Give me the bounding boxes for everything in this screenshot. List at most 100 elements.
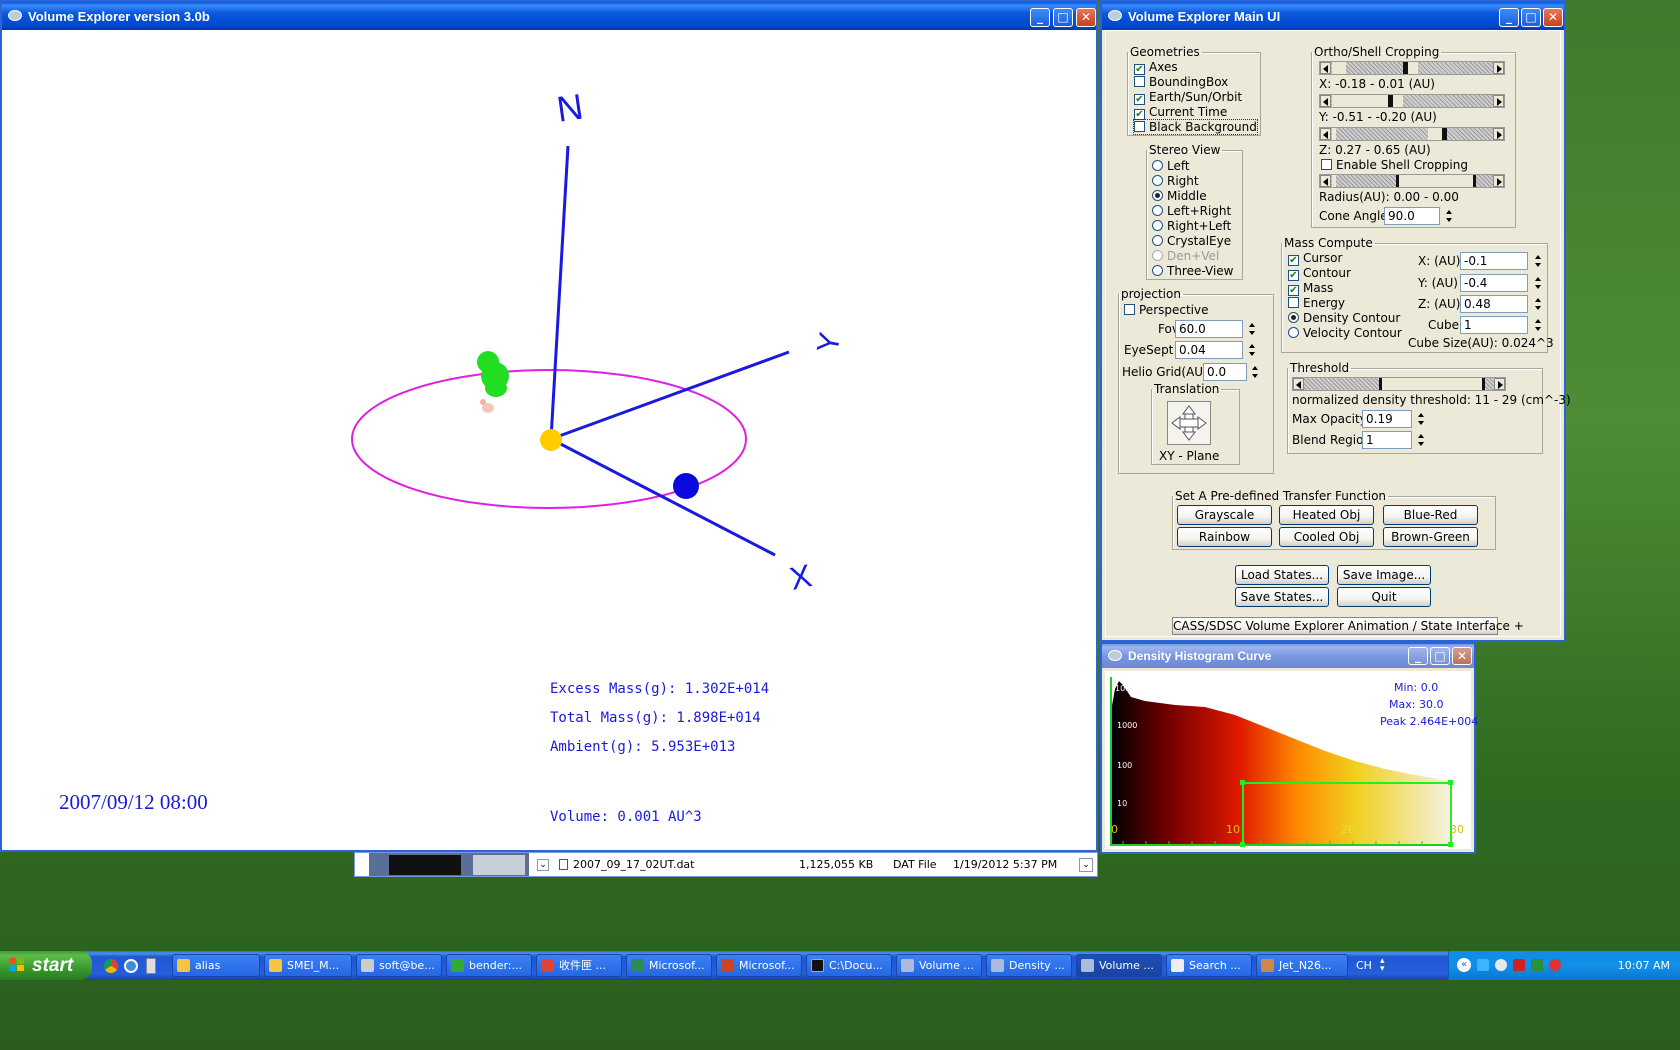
radio-icon[interactable]: [1288, 327, 1299, 338]
cube-spinner[interactable]: [1533, 316, 1544, 334]
radio-middle[interactable]: Middle: [1152, 189, 1207, 203]
slider-left-arrow[interactable]: [1320, 95, 1331, 107]
fov-input[interactable]: 60.0: [1175, 320, 1243, 338]
chevron-down-icon[interactable]: ⌄: [537, 859, 549, 871]
slider-thumb[interactable]: [1442, 128, 1447, 140]
close-button[interactable]: ✕: [1076, 8, 1096, 27]
taskbar-item-powerpoint[interactable]: Microsof...: [716, 954, 802, 977]
scroll-down-icon[interactable]: ⌄: [1079, 858, 1093, 872]
radius-slider[interactable]: [1319, 174, 1505, 188]
taskbar-item-cmd[interactable]: C:\Docu...: [806, 954, 892, 977]
checkbox-earth-sun-orbit[interactable]: ✔ Earth/Sun/Orbit: [1134, 90, 1242, 105]
slider-left-arrow[interactable]: [1320, 62, 1331, 74]
load-states-button[interactable]: Load States...: [1235, 565, 1329, 585]
radio-right[interactable]: Right: [1152, 174, 1199, 188]
checkbox-icon[interactable]: [1134, 121, 1145, 132]
close-button[interactable]: ✕: [1543, 8, 1563, 27]
fov-spinner[interactable]: [1247, 320, 1258, 338]
minimize-button[interactable]: _: [1408, 647, 1428, 665]
cursor-x-spinner[interactable]: [1533, 252, 1544, 270]
checkbox-icon[interactable]: ✔: [1288, 285, 1299, 296]
taskbar-item-alias[interactable]: alias: [172, 954, 260, 977]
maximize-button[interactable]: □: [1521, 8, 1541, 27]
max-opacity-spinner[interactable]: [1416, 410, 1427, 428]
slider-left-arrow[interactable]: [1320, 175, 1331, 187]
update-icon[interactable]: [1531, 959, 1543, 971]
radio-icon[interactable]: [1152, 265, 1163, 276]
eyesept-spinner[interactable]: [1247, 341, 1258, 359]
slider-thumb[interactable]: [1482, 378, 1485, 390]
animation-interface-toggle[interactable]: CASS/SDSC Volume Explorer Animation / St…: [1172, 617, 1524, 635]
radio-right-left[interactable]: Right+Left: [1152, 219, 1231, 233]
helio-grid-input[interactable]: 0.0: [1203, 363, 1247, 381]
heated-obj-button[interactable]: Heated Obj: [1279, 505, 1374, 525]
helio-grid-spinner[interactable]: [1250, 363, 1261, 381]
checkbox-current-time[interactable]: ✔ Current Time: [1134, 105, 1227, 120]
checkbox-icon[interactable]: ✔: [1134, 94, 1145, 105]
checkbox-axes[interactable]: ✔ Axes: [1134, 60, 1178, 75]
quit-button[interactable]: Quit: [1337, 587, 1431, 607]
radio-three-view[interactable]: Three-View: [1152, 264, 1233, 278]
histogram-titlebar[interactable]: Density Histogram Curve _ □ ✕: [1102, 644, 1474, 668]
move-arrows-icon[interactable]: [1168, 402, 1210, 444]
taskbar-item-volume-2[interactable]: Volume ...: [1076, 954, 1162, 977]
taskbar-item-inbox[interactable]: 收件匣 ...: [536, 954, 622, 977]
browser-quicklaunch-icon[interactable]: [124, 959, 138, 973]
chrome-quicklaunch-icon[interactable]: [104, 959, 118, 973]
maximize-button[interactable]: □: [1430, 647, 1450, 665]
blend-region-spinner[interactable]: [1416, 431, 1427, 449]
slider-right-arrow[interactable]: [1493, 95, 1504, 107]
y-crop-slider[interactable]: [1319, 94, 1505, 108]
radio-icon[interactable]: [1152, 160, 1163, 171]
viewer-window[interactable]: Volume Explorer version 3.0b _ □ ✕ N Y X…: [0, 0, 1098, 852]
checkbox-shell-cropping[interactable]: Enable Shell Cropping: [1321, 158, 1468, 172]
checkbox-icon[interactable]: [1134, 76, 1145, 87]
slider-thumb[interactable]: [1473, 175, 1476, 187]
clock[interactable]: 10:07 AM: [1618, 959, 1670, 972]
security-icon[interactable]: [1513, 959, 1525, 971]
viewer-titlebar[interactable]: Volume Explorer version 3.0b _ □ ✕: [2, 2, 1096, 30]
slider-right-arrow[interactable]: [1493, 62, 1504, 74]
radio-icon[interactable]: [1152, 235, 1163, 246]
checkbox-icon[interactable]: [1124, 304, 1135, 315]
radio-icon[interactable]: [1152, 220, 1163, 231]
checkbox-icon[interactable]: ✔: [1288, 255, 1299, 266]
render-canvas[interactable]: N Y X Excess Mass(g): 1.302E+014 Total M…: [5, 30, 1093, 848]
radio-left-right[interactable]: Left+Right: [1152, 204, 1231, 218]
checkbox-energy[interactable]: Energy: [1288, 296, 1345, 310]
file-name[interactable]: 2007_09_17_02UT.dat: [573, 858, 694, 871]
close-button[interactable]: ✕: [1452, 647, 1472, 665]
scene-svg[interactable]: N Y X: [5, 30, 1093, 848]
explorer-window-strip[interactable]: ⌄ 2007_09_17_02UT.dat 1,125,055 KB DAT F…: [354, 852, 1098, 877]
start-button[interactable]: start: [0, 951, 92, 980]
radio-velocity-contour[interactable]: Velocity Contour: [1288, 326, 1402, 340]
histogram-window[interactable]: Density Histogram Curve _ □ ✕ 10000 1000…: [1100, 642, 1478, 854]
language-indicator[interactable]: CH: [1356, 959, 1372, 972]
checkbox-cursor[interactable]: ✔ Cursor: [1288, 251, 1342, 266]
taskbar-item-soft[interactable]: soft@be...: [356, 954, 442, 977]
blue-red-button[interactable]: Blue-Red: [1383, 505, 1478, 525]
slider-left-arrow[interactable]: [1320, 128, 1331, 140]
checkbox-perspective[interactable]: Perspective: [1124, 303, 1209, 317]
taskbar-item-jet[interactable]: Jet_N26...: [1256, 954, 1348, 977]
translation-pad[interactable]: [1167, 401, 1211, 445]
checkbox-icon[interactable]: ✔: [1288, 270, 1299, 281]
checkbox-icon[interactable]: ✔: [1134, 64, 1145, 75]
density-threshold-slider[interactable]: [1292, 377, 1506, 391]
x-crop-slider[interactable]: [1319, 61, 1505, 75]
rainbow-button[interactable]: Rainbow: [1177, 527, 1272, 547]
checkbox-black-background[interactable]: Black Background: [1133, 119, 1258, 135]
checkbox-icon[interactable]: ✔: [1134, 109, 1145, 120]
histogram-plot-area[interactable]: 10000 1000 100 10 0 10 20 30 Min: 0.0 Ma…: [1105, 671, 1478, 849]
checkbox-mass[interactable]: ✔ Mass: [1288, 281, 1333, 296]
radio-left[interactable]: Left: [1152, 159, 1190, 173]
taskbar-item-bender[interactable]: bender:...: [446, 954, 532, 977]
device-quicklaunch-icon[interactable]: [146, 958, 156, 974]
radio-icon[interactable]: [1152, 205, 1163, 216]
max-opacity-input[interactable]: 0.19: [1362, 410, 1412, 428]
radio-icon[interactable]: [1152, 175, 1163, 186]
radio-density-contour[interactable]: Density Contour: [1288, 311, 1400, 325]
checkbox-icon[interactable]: [1321, 159, 1332, 170]
cursor-z-input[interactable]: 0.48: [1460, 295, 1528, 313]
radio-icon[interactable]: [1288, 312, 1299, 323]
